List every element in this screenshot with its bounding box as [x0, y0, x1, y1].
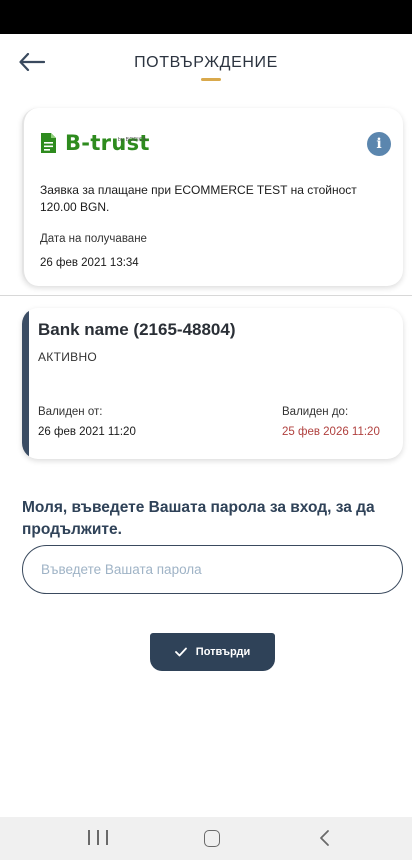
page-title: ПОТВЪРЖДЕНИЕ — [134, 54, 278, 71]
system-nav-bar — [0, 817, 412, 860]
password-input[interactable] — [22, 545, 403, 594]
home-icon[interactable] — [204, 830, 220, 847]
valid-from-value: 26 фев 2021 11:20 — [38, 426, 136, 438]
valid-from-label: Валиден от: — [38, 406, 103, 418]
valid-to-value: 25 фев 2026 11:20 — [282, 426, 380, 438]
btrust-logo: B-trust — [40, 132, 150, 154]
certificate-card[interactable]: Bank name (2165-48804) АКТИВНО Валиден о… — [22, 308, 403, 459]
divider — [0, 295, 412, 296]
payment-request-card: B-trust by BORICA i Заявка за плащане пр… — [22, 108, 403, 286]
app-header: ПОТВЪРЖДЕНИЕ — [0, 34, 412, 94]
document-icon — [41, 133, 56, 153]
certificate-status: АКТИВНО — [38, 350, 98, 364]
received-value: 26 фев 2021 13:34 — [40, 257, 139, 269]
valid-to-label: Валиден до: — [282, 406, 349, 418]
brand-subtitle: by BORICA — [118, 137, 147, 143]
certificate-name: Bank name (2165-48804) — [38, 320, 236, 339]
received-label: Дата на получаване — [40, 233, 147, 245]
certificate-stripe — [22, 308, 29, 459]
password-prompt: Моля, въведете Вашата парола за вход, за… — [22, 499, 375, 538]
confirm-label: Потвърди — [195, 646, 251, 658]
status-bar — [0, 0, 412, 34]
title-underline — [201, 78, 221, 81]
check-icon — [174, 647, 187, 657]
brand-name: B-trust — [65, 131, 150, 155]
confirm-button[interactable]: Потвърди — [150, 633, 275, 671]
nav-back-icon[interactable] — [318, 829, 330, 852]
info-icon[interactable]: i — [367, 132, 391, 156]
request-description: Заявка за плащане при ECOMMERCE TEST на … — [40, 183, 357, 214]
recent-apps-icon[interactable] — [88, 830, 108, 847]
